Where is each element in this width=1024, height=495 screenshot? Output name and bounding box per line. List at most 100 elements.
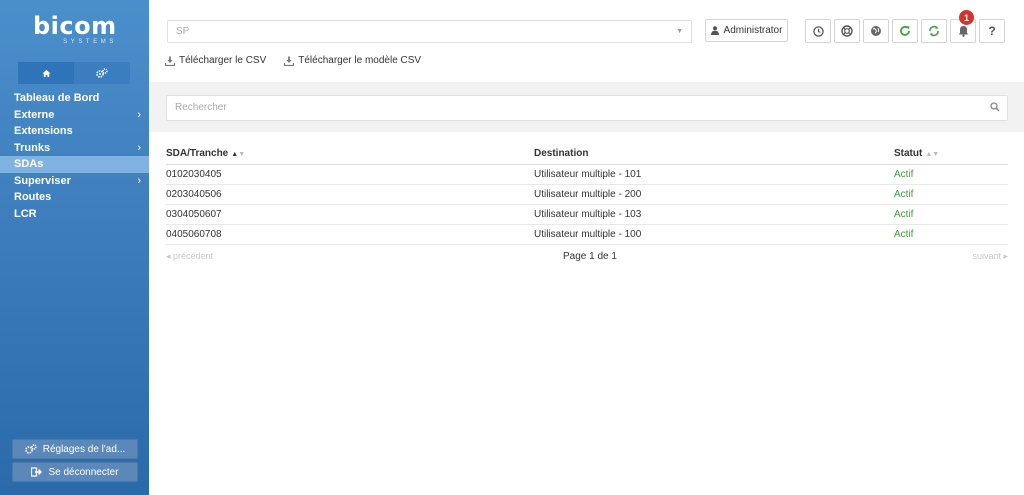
chevron-down-icon: ▼ [676,28,683,35]
status-cell: Actif [894,224,1008,245]
destination-cell: Utilisateur multiple - 200 [534,184,894,205]
sidebar-item[interactable]: Tableau de Bord [0,90,149,107]
sidebar-item[interactable]: SDAs [0,156,149,173]
tab-settings[interactable] [74,62,130,84]
clock-icon [812,25,824,37]
support-button[interactable] [834,19,860,43]
reload-icon [900,26,910,36]
table-row[interactable]: 0102030405 Utilisateur multiple - 101 Acti… [166,164,1008,185]
header-toolbar: 1 ? [805,10,1005,43]
destination-cell: Utilisateur multiple - 101 [534,164,894,185]
globe-icon [871,26,881,36]
sidebar-item[interactable]: Externe › [0,107,149,124]
download-csv-link[interactable]: Télécharger le CSV [165,55,266,66]
bell-icon [958,26,968,37]
logout-label: Se déconnecter [48,466,119,478]
status-cell: Actif [894,184,1008,205]
tenant-value: SP [176,26,190,37]
clock-button[interactable] [805,19,831,43]
previous-page-link[interactable]: ◂ précédent [166,251,213,262]
download-template-link[interactable]: Télécharger le modèle CSV [284,55,421,66]
sidebar-item-label: Routes [14,191,52,203]
help-button[interactable]: ? [979,19,1005,43]
column-label-destination: Destination [534,147,589,159]
chevron-right-icon: › [137,141,141,154]
sidebar-tabs [18,62,130,84]
sidebar-item[interactable]: LCR [0,206,149,223]
download-template-label: Télécharger le modèle CSV [298,55,422,66]
sidebar-item-label: SDAs [14,158,44,170]
logo-wordmark: bicom [33,12,117,40]
column-label-status: Statut [894,147,923,159]
next-page-label: suivant [972,251,1001,261]
administrator-label: Administrator [723,25,783,36]
column-header-destination: Destination [534,143,894,165]
download-icon [284,56,295,66]
sidebar-item[interactable]: Extensions [0,123,149,140]
user-icon [710,26,719,35]
sda-table-container: SDA/Tranche ▲▼ Destination Statut ▲▼ 01020… [166,143,1008,245]
destination-cell: Utilisateur multiple - 103 [534,204,894,225]
sidebar-nav: Tableau de Bord Externe › Extensions Trunks ›… [0,90,149,222]
search-band: Rechercher [149,82,1024,132]
sda-table: SDA/Tranche ▲▼ Destination Statut ▲▼ 01020… [166,143,1008,245]
tab-home[interactable] [18,62,74,84]
sda-cell: 0304050607 [166,204,534,225]
logout-icon [31,467,43,477]
admin-settings-label: Réglages de l'ad... [42,443,126,455]
table-row[interactable]: 0405060708 Utilisateur multiple - 100 Acti… [166,224,1008,245]
administrator-button[interactable]: Administrator [705,19,788,42]
lifebuoy-icon [841,25,853,37]
search-icon [990,96,1000,120]
page-indicator: Page 1 de 1 [563,251,617,262]
status-cell: Actif [894,204,1008,225]
notifications-button[interactable]: 1 [950,10,976,43]
sort-icon: ▲▼ [925,150,940,158]
sidebar-item-label: Trunks [14,141,51,154]
sync-icon [929,25,939,37]
sidebar-item-label: Extensions [14,125,73,137]
chevron-right-icon: › [137,108,141,121]
sidebar-item-label: Superviser [14,174,71,187]
table-row[interactable]: 0304050607 Utilisateur multiple - 103 Acti… [166,204,1008,225]
reload-button[interactable] [892,19,918,43]
gears-icon [24,444,37,454]
status-cell: Actif [894,164,1008,185]
previous-page-label: précédent [173,251,214,261]
column-header-sda[interactable]: SDA/Tranche ▲▼ [166,143,534,165]
destination-cell: Utilisateur multiple - 100 [534,224,894,245]
sync-button[interactable] [921,19,947,43]
sidebar-item[interactable]: Routes [0,189,149,206]
chevron-right-icon: › [137,174,141,187]
sidebar-item[interactable]: Trunks › [0,140,149,157]
download-links: Télécharger le CSV Télécharger le modèle… [165,55,421,66]
gears-icon [96,68,108,78]
search-placeholder: Rechercher [175,102,227,113]
globe-button[interactable] [863,19,889,43]
sda-cell: 0102030405 [166,164,534,185]
top-bar: SP ▼ Administrator 1 ? Télécharger le CS… [149,0,1024,82]
table-header-row: SDA/Tranche ▲▼ Destination Statut ▲▼ [166,143,1008,165]
sidebar: bicom SYSTEMS Tableau de Bord Externe › Ext… [0,0,149,495]
help-icon: ? [988,24,996,38]
sort-asc-icon: ▲▼ [231,150,246,158]
sidebar-item[interactable]: Superviser › [0,173,149,190]
bicom-logo: bicom SYSTEMS [33,14,117,46]
download-icon [165,56,175,66]
next-page-link[interactable]: suivant ▸ [972,251,1008,262]
sidebar-item-label: Externe [14,108,55,121]
download-csv-label: Télécharger le CSV [179,55,267,66]
column-header-status[interactable]: Statut ▲▼ [894,143,1008,165]
tenant-select[interactable]: SP ▼ [167,20,692,43]
notification-badge: 1 [959,10,974,25]
column-label-sda: SDA/Tranche [166,147,229,159]
sidebar-item-label: Tableau de Bord [14,92,100,104]
sda-cell: 0203040506 [166,184,534,205]
search-input[interactable]: Rechercher [166,95,1008,121]
sidebar-item-label: LCR [14,207,37,220]
table-row[interactable]: 0203040506 Utilisateur multiple - 200 Acti… [166,184,1008,205]
sda-cell: 0405060708 [166,224,534,245]
pagination: ◂ précédent Page 1 de 1 suivant ▸ [166,251,1008,265]
admin-settings-button[interactable]: Réglages de l'ad... [12,439,138,459]
logout-button[interactable]: Se déconnecter [12,462,138,482]
